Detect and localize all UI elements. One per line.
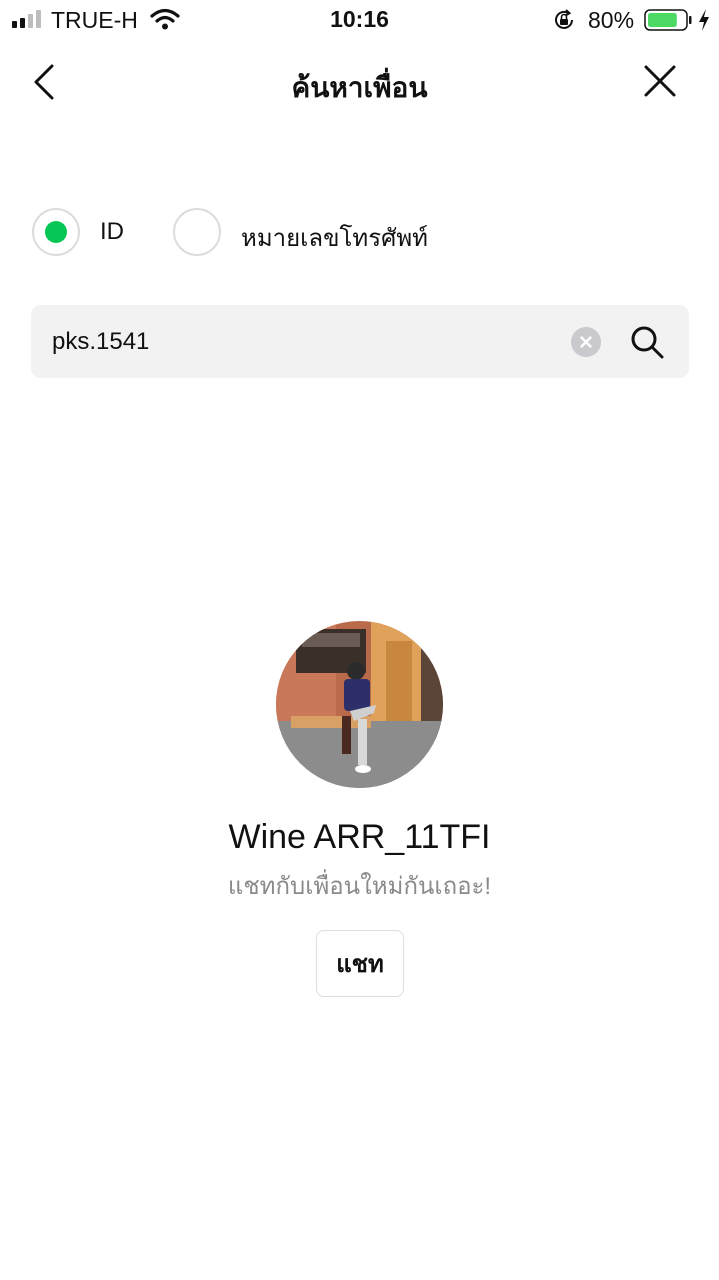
close-button[interactable] <box>636 60 684 104</box>
status-bar: TRUE-H 10:16 80% <box>0 0 719 40</box>
close-icon <box>644 65 676 97</box>
radio-button-unselected[interactable] <box>173 208 221 256</box>
add-friend-screen: TRUE-H 10:16 80% ค้นหาเพื่อน ID หมายเลขโ… <box>0 0 719 1280</box>
chat-button[interactable]: แชท <box>316 930 404 997</box>
radio-button-selected[interactable] <box>32 208 80 256</box>
profile-photo <box>276 621 443 788</box>
avatar <box>276 621 443 788</box>
radio-label-id: ID <box>100 218 124 245</box>
friend-name: Wine ARR_11TFI <box>228 818 491 856</box>
friend-status-message: แชทกับเพื่อนใหม่กันเถอะ! <box>227 873 492 900</box>
charging-icon <box>699 9 709 31</box>
radio-option-id[interactable]: ID <box>32 208 152 256</box>
search-icon <box>631 326 664 359</box>
search-button[interactable] <box>629 324 665 360</box>
battery-icon <box>644 9 692 31</box>
rotation-lock-icon <box>555 9 573 29</box>
radio-label-phone: หมายเลขโทรศัพท์ <box>241 225 428 252</box>
battery-percent: 80% <box>588 7 635 33</box>
radio-dot <box>45 221 67 243</box>
search-input[interactable] <box>52 319 572 364</box>
clear-button[interactable] <box>571 327 601 357</box>
header: ค้นหาเพื่อน <box>0 52 719 112</box>
clear-icon <box>580 336 592 348</box>
page-title: ค้นหาเพื่อน <box>291 72 428 103</box>
search-type-selector: ID หมายเลขโทรศัพท์ <box>0 208 719 258</box>
radio-option-phone[interactable]: หมายเลขโทรศัพท์ <box>173 208 473 256</box>
search-bar <box>31 305 689 378</box>
